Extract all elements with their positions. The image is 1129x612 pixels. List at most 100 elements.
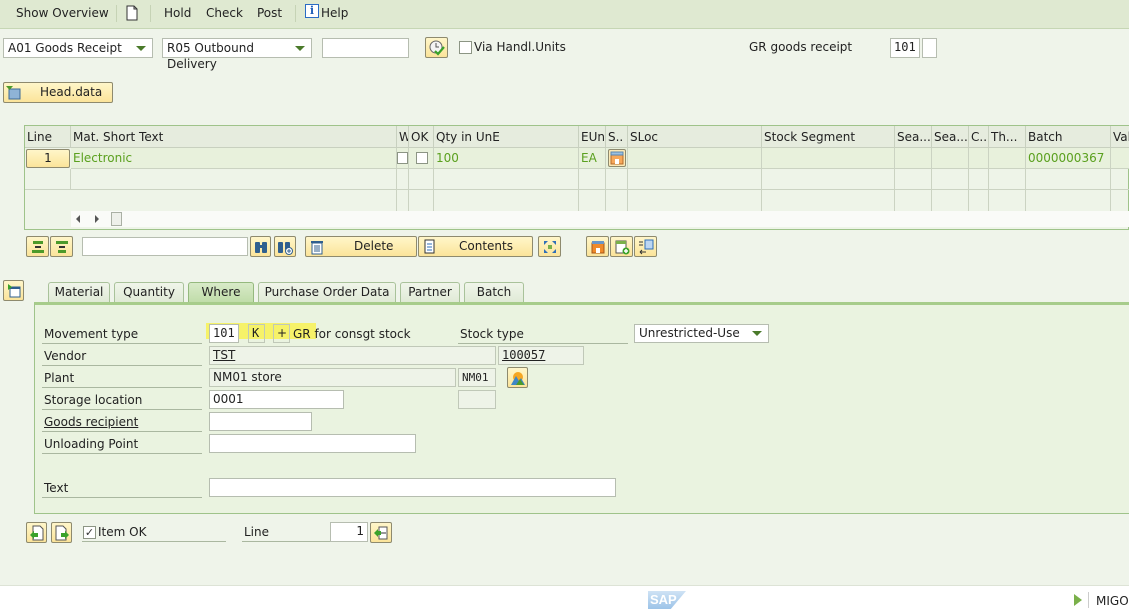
empty-cell	[409, 169, 434, 190]
stock-overview-button[interactable]	[586, 236, 609, 257]
cell-sloc[interactable]	[628, 148, 762, 169]
tab-batch[interactable]: Batch	[464, 282, 524, 302]
column-header-w[interactable]: W	[397, 126, 409, 148]
post-button[interactable]: Post	[257, 6, 282, 20]
storage-icon[interactable]	[608, 149, 626, 167]
scroll-right-icon[interactable]	[95, 215, 99, 223]
contents-button[interactable]: Contents	[418, 236, 533, 257]
execute-button[interactable]	[425, 37, 448, 58]
scroll-thumb[interactable]	[111, 212, 122, 226]
column-header-mat-short-text[interactable]: Mat. Short Text	[71, 126, 397, 148]
reference-document-select[interactable]: R05 Outbound Delivery	[162, 38, 312, 71]
w-checkbox[interactable]	[397, 152, 408, 164]
stock-type-select[interactable]: Unrestricted-Use	[634, 324, 769, 343]
go-to-line-button[interactable]	[370, 522, 392, 543]
vendor-label: Vendor	[44, 349, 87, 363]
cell-stock-segment[interactable]	[762, 148, 895, 169]
column-header-c[interactable]: C..	[969, 126, 989, 148]
menu-separator	[150, 5, 151, 22]
cell-c[interactable]	[969, 148, 989, 169]
label-underline	[42, 497, 202, 498]
table-search-input[interactable]	[82, 237, 248, 256]
show-overview-button[interactable]: Show Overview	[16, 6, 109, 20]
plant-details-button[interactable]	[507, 367, 528, 388]
movement-type-header-input[interactable]: 101	[890, 38, 920, 58]
head-data-button[interactable]: Head.data	[3, 82, 113, 103]
tab-where[interactable]: Where	[188, 282, 254, 303]
cell-batch[interactable]: 0000000367	[1026, 148, 1111, 169]
previous-item-button[interactable]	[26, 522, 47, 543]
cell-season-1[interactable]	[895, 148, 932, 169]
add-item-button[interactable]	[610, 236, 633, 257]
vendor-number-field[interactable]: 100057	[498, 346, 584, 365]
item-ok-checkbox[interactable]: ✓	[83, 526, 96, 539]
new-document-icon[interactable]	[126, 5, 138, 24]
empty-cell	[71, 169, 397, 190]
column-header-batch[interactable]: Batch	[1026, 126, 1111, 148]
tab-partner[interactable]: Partner	[400, 282, 460, 302]
column-header-ok[interactable]: OK	[409, 126, 434, 148]
cell-season-2[interactable]	[932, 148, 969, 169]
transfer-button[interactable]	[634, 236, 657, 257]
delete-label: Delete	[354, 239, 394, 253]
via-handling-units-checkbox[interactable]	[459, 41, 472, 54]
column-header-val[interactable]: Val	[1111, 126, 1129, 148]
column-header-season-1[interactable]: Sea...	[895, 126, 932, 148]
tab-purchase-order-data[interactable]: Purchase Order Data	[258, 282, 396, 302]
check-button[interactable]: Check	[206, 6, 243, 20]
column-header-line[interactable]: Line	[25, 126, 71, 148]
scroll-left-icon[interactable]	[76, 215, 80, 223]
tab-material[interactable]: Material	[48, 282, 110, 302]
find-next-button[interactable]	[274, 236, 296, 257]
delete-button[interactable]: Delete	[305, 236, 417, 257]
column-header-stock-segment[interactable]: Stock Segment	[762, 126, 895, 148]
column-header-season-2[interactable]: Sea...	[932, 126, 969, 148]
add-row-icon	[615, 240, 629, 255]
item-text-input[interactable]	[209, 478, 616, 497]
plant-mountain-icon	[510, 372, 525, 385]
help-button[interactable]: Help	[321, 6, 348, 20]
info-icon[interactable]: i	[305, 4, 319, 18]
reference-document-value: R05 Outbound Delivery	[167, 41, 254, 71]
deselect-all-button[interactable]	[50, 236, 73, 257]
next-item-button[interactable]	[51, 522, 72, 543]
empty-cell	[606, 190, 628, 211]
column-header-qty[interactable]: Qty in UnE	[434, 126, 579, 148]
row-selector[interactable]: 1	[26, 149, 70, 168]
unloading-point-input[interactable]	[209, 434, 416, 453]
cell-eun[interactable]: EA	[579, 148, 606, 169]
expand-status-icon[interactable]	[1074, 594, 1082, 606]
column-header-th[interactable]: Th...	[989, 126, 1026, 148]
cell-mat-short-text[interactable]: Electronic	[71, 148, 397, 169]
special-stock-field: K	[248, 324, 265, 343]
cell-val[interactable]	[1111, 148, 1129, 169]
column-header-eun[interactable]: EUn	[579, 126, 606, 148]
tab-label: Batch	[476, 285, 512, 299]
movement-type-ext-input[interactable]	[922, 38, 937, 58]
hold-button[interactable]: Hold	[164, 6, 191, 20]
reference-document-number-input[interactable]	[322, 38, 409, 58]
detail-toggle-button[interactable]	[3, 280, 24, 301]
storage-location-input[interactable]: 0001	[209, 390, 344, 409]
action-select[interactable]: A01 Goods Receipt	[3, 38, 153, 58]
line-number-input[interactable]: 1	[330, 522, 368, 542]
select-all-button[interactable]	[26, 236, 49, 257]
goods-recipient-input[interactable]	[209, 412, 312, 431]
label-underline	[42, 387, 202, 388]
find-button[interactable]	[250, 236, 271, 257]
goods-recipient-label[interactable]: Goods recipient	[44, 415, 138, 429]
cell-th[interactable]	[989, 148, 1026, 169]
ok-checkbox[interactable]	[416, 152, 428, 164]
cell-qty[interactable]: 100	[434, 148, 579, 169]
transaction-code: MIGO	[1096, 594, 1129, 608]
empty-cell	[434, 190, 579, 211]
column-header-sloc[interactable]: SLoc	[628, 126, 762, 148]
column-header-s[interactable]: S..	[606, 126, 628, 148]
tab-quantity[interactable]: Quantity	[114, 282, 184, 302]
expand-collapse-button[interactable]	[538, 236, 561, 257]
empty-cell	[434, 169, 579, 190]
movement-type-input[interactable]: 101	[209, 324, 239, 343]
plant-name-field: NM01 store	[209, 368, 456, 387]
horizontal-scrollbar[interactable]	[71, 211, 1129, 227]
vendor-name-field[interactable]: TST	[209, 346, 496, 365]
